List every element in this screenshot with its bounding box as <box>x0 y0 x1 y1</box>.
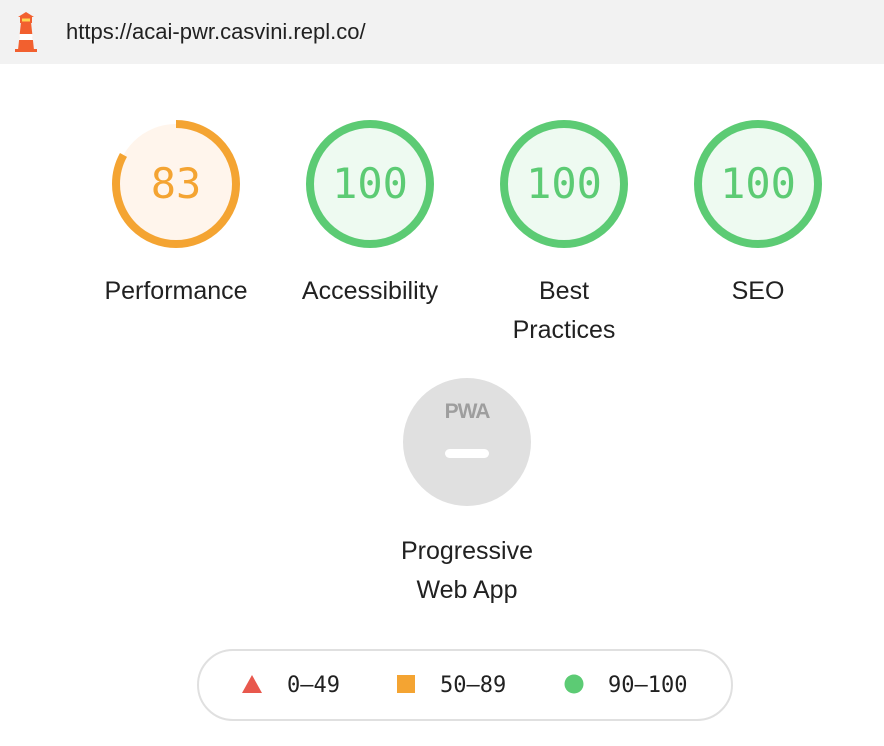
gauge-best-practices[interactable]: 100 Best Practices <box>479 118 649 350</box>
legend-item-fail: 0–49 <box>241 651 340 721</box>
gauge-label: Progressive Web App <box>382 532 552 610</box>
report-header: https://acai-pwr.casvini.repl.co/ <box>0 0 884 64</box>
pwa-badge-text: PWA <box>444 400 491 423</box>
legend-range: 90–100 <box>608 673 688 698</box>
gauge-label-line: Progressive <box>401 537 533 565</box>
square-icon <box>397 675 415 693</box>
circle-icon <box>564 674 584 694</box>
pwa-badge: PWA <box>403 378 531 506</box>
gauge-label: SEO <box>731 277 785 305</box>
score-value: 100 <box>720 159 796 208</box>
gauge-label-line: Best <box>538 277 590 305</box>
gauge-label: Accessibility <box>301 277 439 305</box>
page-url[interactable]: https://acai-pwr.casvini.repl.co/ <box>66 18 366 46</box>
score-value: 100 <box>526 159 602 208</box>
gauge-accessibility[interactable]: 100 Accessibility <box>285 118 455 311</box>
triangle-icon <box>242 675 262 693</box>
gauge-pwa[interactable]: PWA Progressive Web App <box>382 378 552 610</box>
gauge-seo[interactable]: 100 SEO <box>673 118 843 311</box>
score-value: 100 <box>332 159 408 208</box>
score-value: 83 <box>150 159 202 208</box>
gauge-label: Performance <box>104 277 248 305</box>
gauge-label-line: Practices <box>512 316 616 344</box>
gauge-label-line: Web App <box>416 576 518 604</box>
score-legend: 0–49 50–89 90–100 <box>197 649 733 721</box>
pwa-dash-icon <box>445 449 489 458</box>
legend-item-pass: 90–100 <box>564 651 687 721</box>
legend-range: 50–89 <box>440 673 507 698</box>
legend-item-average: 50–89 <box>396 651 506 721</box>
gauge-performance[interactable]: 83 Performance <box>91 118 261 311</box>
gauge-label: Best Practices <box>479 272 649 350</box>
legend-range: 0–49 <box>287 673 340 698</box>
lighthouse-icon <box>15 12 37 52</box>
